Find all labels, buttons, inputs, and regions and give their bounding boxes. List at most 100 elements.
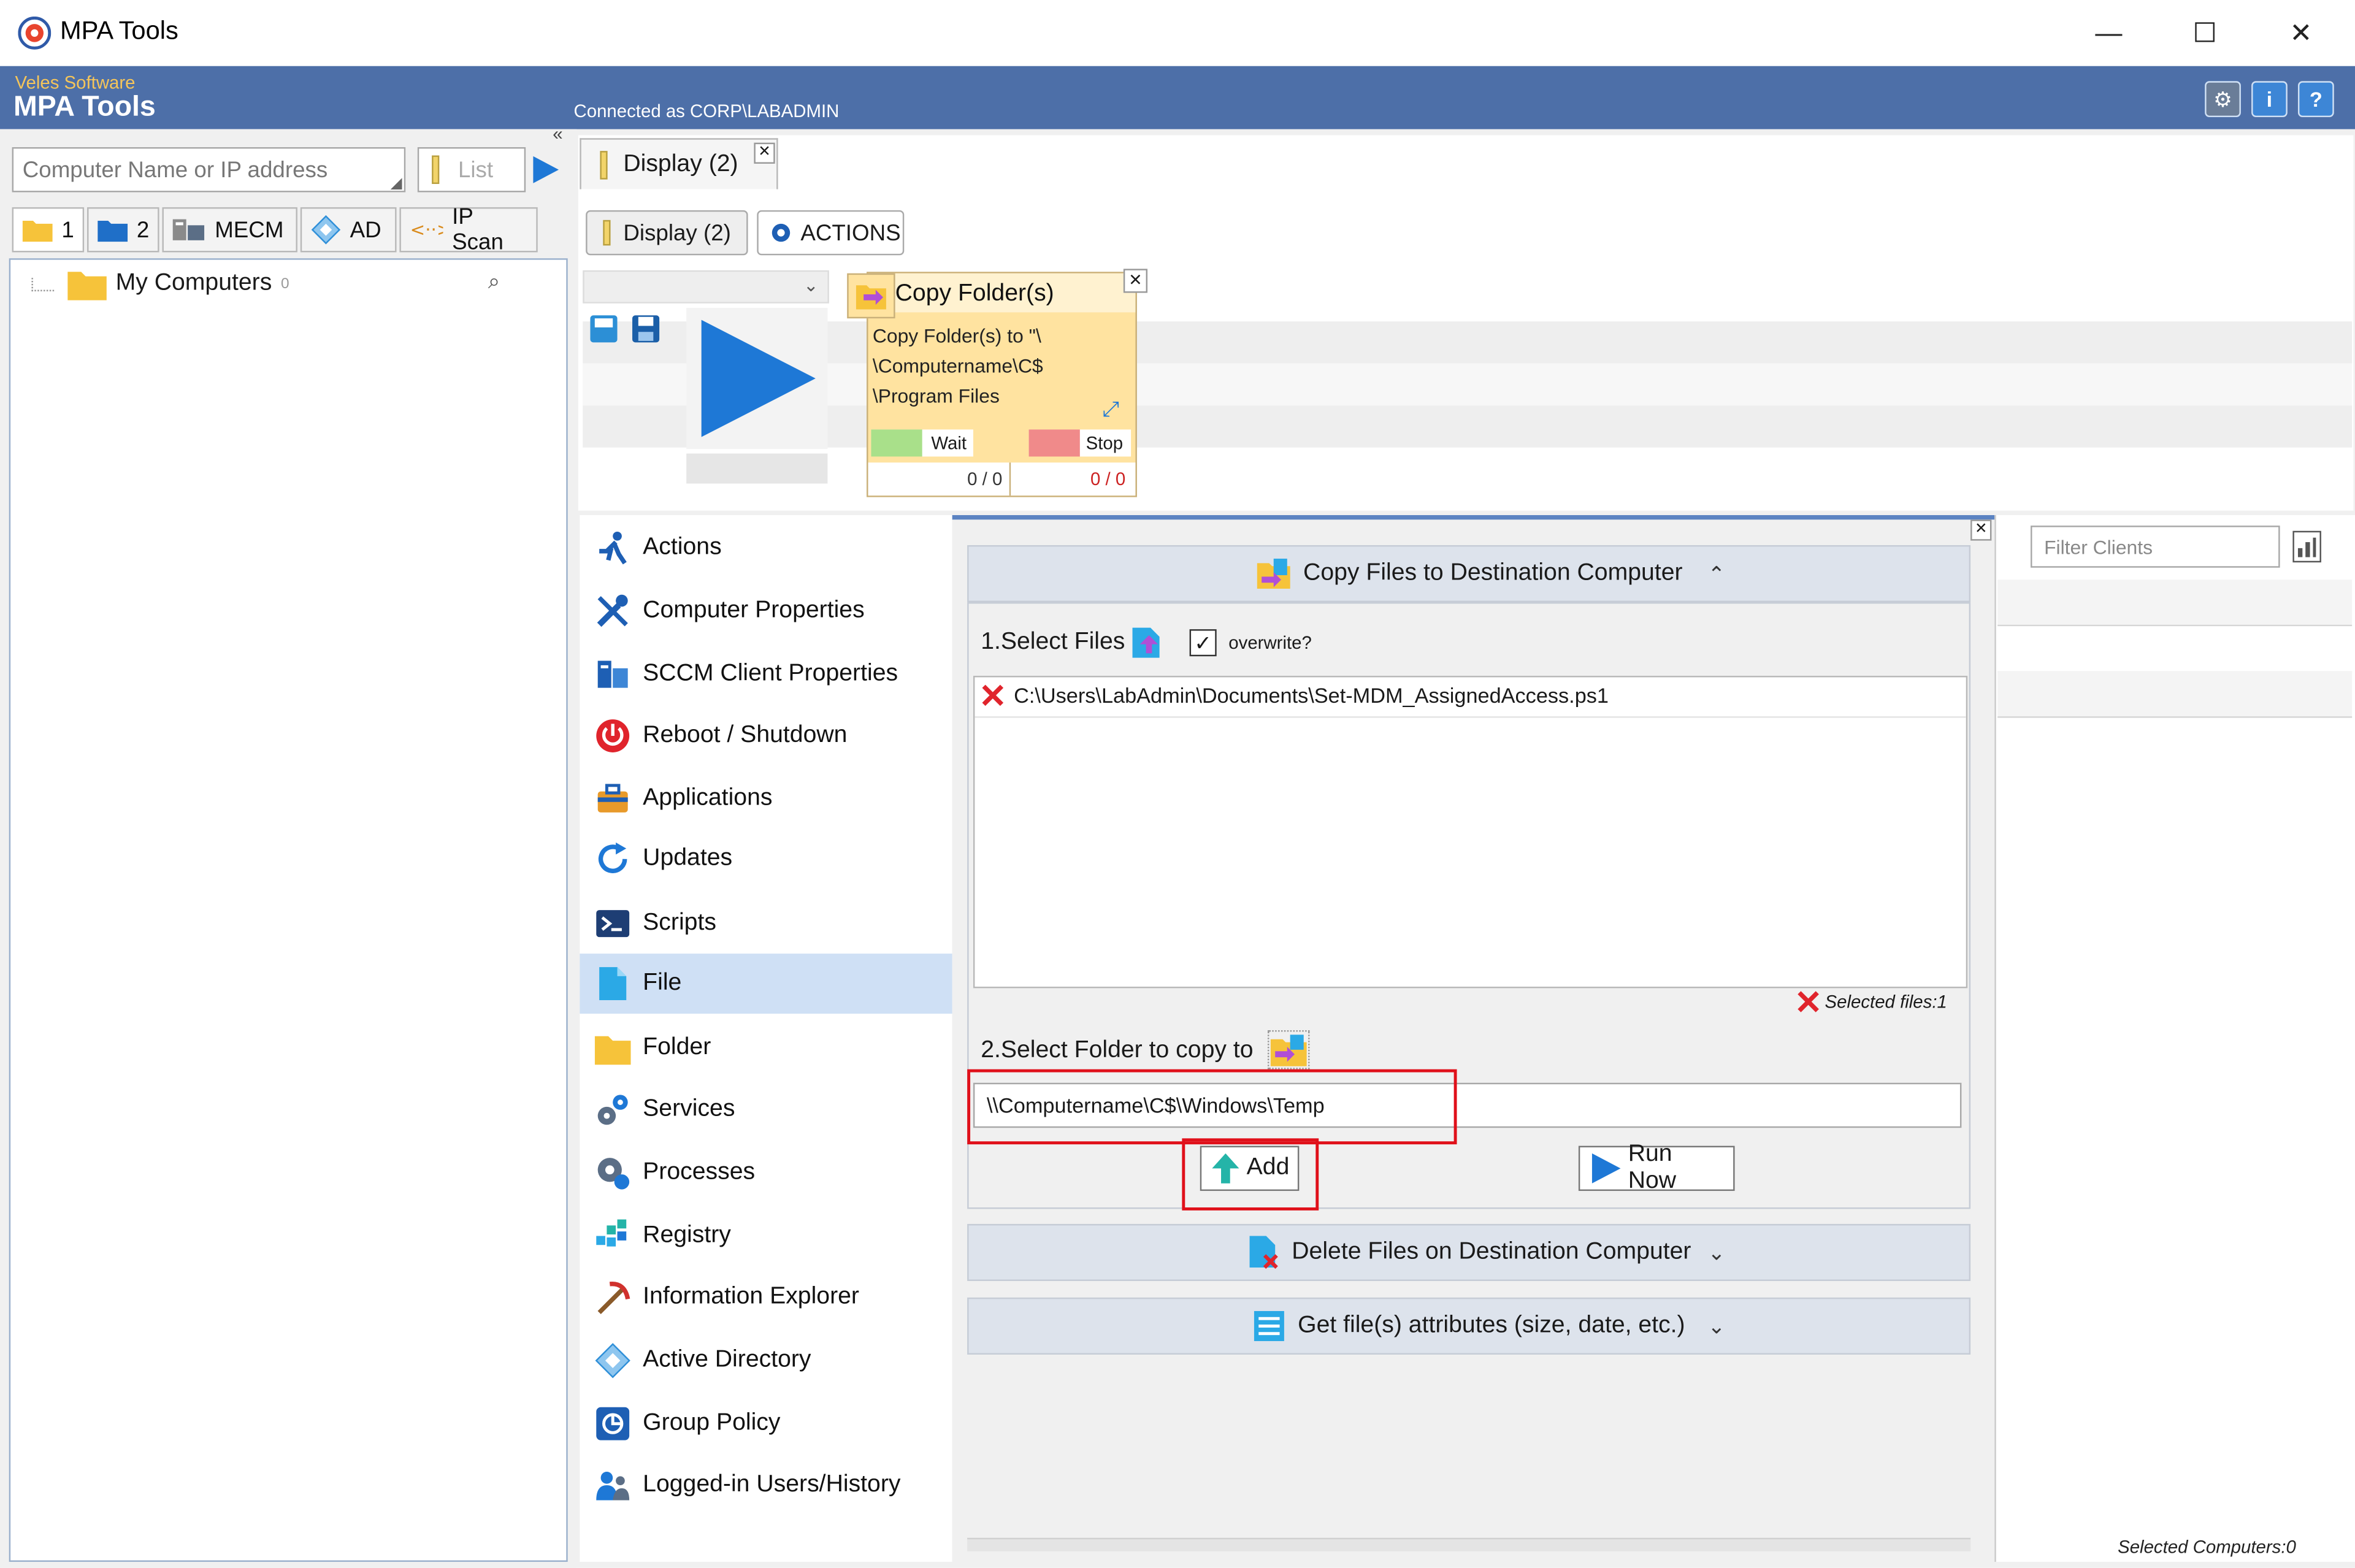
nav-item-logged-in-users[interactable]: Logged-in Users/History — [580, 1455, 952, 1515]
wait-label: Wait — [931, 432, 967, 454]
nav-label: Processes — [643, 1159, 756, 1185]
play-icon — [1589, 1152, 1622, 1185]
filter-clients-input[interactable]: Filter Clients — [2031, 526, 2280, 568]
computer-tree: My Computers 0 ⌕ — [9, 258, 568, 1562]
nav-item-processes[interactable]: Processes — [580, 1143, 952, 1203]
stop-count: 0 / 0 — [1090, 468, 1126, 490]
select-files-icon[interactable] — [1128, 623, 1167, 662]
title-bar: MPA Tools — ☐ ✕ — [0, 0, 2355, 66]
file-icon — [595, 966, 631, 1002]
nav-label: Logged-in Users/History — [643, 1472, 901, 1497]
folder-blue-icon — [98, 218, 128, 242]
refresh-icon — [595, 841, 631, 877]
task-card[interactable]: Copy Folder(s) ✕ Copy Folder(s) to "\ \C… — [847, 269, 1148, 497]
section-file-attributes-header[interactable]: Get file(s) attributes (size, date, etc.… — [967, 1297, 1971, 1355]
nav-label: Updates — [643, 845, 733, 871]
delete-files-icon — [1247, 1234, 1280, 1271]
search-dropdown-icon[interactable]: ◢ — [391, 176, 402, 193]
nav-item-file[interactable]: File — [580, 954, 952, 1014]
select-folder-icon[interactable] — [1267, 1030, 1310, 1069]
card-divider — [1009, 462, 1011, 496]
folder-icon — [594, 1031, 631, 1065]
subtab-display[interactable]: Display (2) — [586, 210, 748, 256]
folder-icon — [22, 218, 53, 242]
section-copy-files-header[interactable]: Copy Files to Destination Computer ⌃ — [967, 545, 1971, 603]
tab-ad[interactable]: AD — [300, 207, 397, 253]
close-tab-icon[interactable]: ✕ — [754, 142, 775, 164]
select-files-label: 1.Select Files — [981, 629, 1125, 655]
stop-label: Stop — [1086, 432, 1124, 454]
remove-file-icon[interactable] — [981, 683, 1005, 707]
queue-progress-bar — [686, 453, 828, 484]
subtab-label: ACTIONS — [800, 220, 901, 246]
tree-node-my-computers[interactable]: My Computers 0 — [67, 267, 289, 300]
nav-item-sccm-client-properties[interactable]: SCCM Client Properties — [580, 644, 952, 705]
nav-item-reboot-shutdown[interactable]: Reboot / Shutdown — [580, 706, 952, 766]
expand-icon[interactable]: ⤢ — [1103, 397, 1119, 423]
card-description: Copy Folder(s) to "\ \Computername\C$ \P… — [872, 324, 1043, 407]
nav-label: Scripts — [643, 910, 716, 936]
nav-item-actions[interactable]: Actions — [580, 518, 952, 578]
selected-files-status: Selected files:1 — [1796, 990, 1947, 1014]
nav-item-folder[interactable]: Folder — [580, 1018, 952, 1078]
horizontal-scrollbar[interactable] — [967, 1537, 1971, 1551]
selected-computers-status: Selected Computers:0 — [2118, 1536, 2296, 1558]
run-person-icon — [595, 530, 631, 566]
active-directory-icon — [595, 1342, 631, 1379]
close-panel-icon[interactable]: ✕ — [1970, 519, 1992, 541]
export-report-icon[interactable] — [2292, 530, 2322, 563]
run-queue-button[interactable] — [686, 308, 828, 449]
tab-mecm[interactable]: MECM — [162, 207, 297, 253]
maximize-button[interactable]: ☐ — [2157, 0, 2253, 66]
info-icon[interactable]: i — [2251, 81, 2288, 118]
go-button[interactable] — [529, 147, 568, 192]
close-button[interactable]: ✕ — [2253, 0, 2349, 66]
computer-search-input[interactable]: Computer Name or IP address — [12, 147, 406, 193]
app-header: Veles Software MPA Tools Connected as CO… — [0, 66, 2355, 129]
tab-display[interactable]: Display (2) — [580, 138, 778, 189]
nav-item-information-explorer[interactable]: Information Explorer — [580, 1268, 952, 1328]
nav-item-applications[interactable]: Applications — [580, 769, 952, 829]
nav-item-registry[interactable]: Registry — [580, 1206, 952, 1266]
section-delete-files-header[interactable]: Delete Files on Destination Computer ⌄ — [967, 1223, 1971, 1281]
registry-icon — [595, 1218, 631, 1254]
tab-label: 2 — [136, 216, 150, 243]
clear-files-icon[interactable] — [1796, 990, 1820, 1014]
wait-bar — [871, 429, 922, 457]
nav-item-updates[interactable]: Updates — [580, 829, 952, 889]
list-button[interactable]: List — [417, 147, 526, 193]
nav-item-computer-properties[interactable]: Computer Properties — [580, 581, 952, 641]
subtab-actions[interactable]: ACTIONS — [757, 210, 905, 256]
nav-label: File — [643, 970, 682, 996]
nav-item-active-directory[interactable]: Active Directory — [580, 1331, 952, 1391]
list-item[interactable]: C:\Users\LabAdmin\Documents\Set-MDM_Assi… — [981, 683, 1609, 707]
tree-node-count: 0 — [281, 275, 289, 293]
left-panel: Computer Name or IP address ◢ List « 1 2… — [0, 123, 577, 1568]
load-queue-icon[interactable] — [588, 312, 621, 345]
tab-ip-scan[interactable]: <··> IP Scan — [399, 204, 538, 255]
tab-list-1[interactable]: 1 — [12, 207, 85, 253]
close-card-icon[interactable]: ✕ — [1123, 269, 1148, 293]
collapse-panel-button[interactable]: « — [553, 123, 562, 144]
overwrite-checkbox[interactable]: ✓ — [1189, 629, 1217, 657]
settings-gear-icon[interactable]: ⚙ — [2205, 81, 2241, 118]
run-now-button[interactable]: Run Now — [1578, 1141, 1735, 1194]
tab-list-2[interactable]: 2 — [87, 207, 159, 253]
nav-item-group-policy[interactable]: Group Policy — [580, 1394, 952, 1454]
help-icon[interactable]: ? — [2297, 81, 2334, 118]
users-icon — [595, 1467, 631, 1504]
tab-label: MECM — [215, 216, 284, 243]
select-folder-label: 2.Select Folder to copy to — [981, 1038, 1254, 1063]
tree-search-icon[interactable]: ⌕ — [488, 269, 500, 294]
product-name: MPA Tools — [13, 91, 156, 123]
minimize-button[interactable]: — — [2061, 0, 2157, 66]
nav-label: Services — [643, 1096, 735, 1122]
save-queue-icon[interactable] — [629, 312, 662, 345]
section-title: Copy Files to Destination Computer — [1303, 560, 1683, 586]
nav-label: Group Policy — [643, 1410, 781, 1436]
svg-text:<··>: <··> — [410, 219, 443, 240]
queue-select[interactable]: ⌄ — [583, 270, 829, 304]
section-title: Get file(s) attributes (size, date, etc.… — [1298, 1312, 1685, 1339]
nav-item-services[interactable]: Services — [580, 1080, 952, 1140]
nav-item-scripts[interactable]: Scripts — [580, 893, 952, 954]
